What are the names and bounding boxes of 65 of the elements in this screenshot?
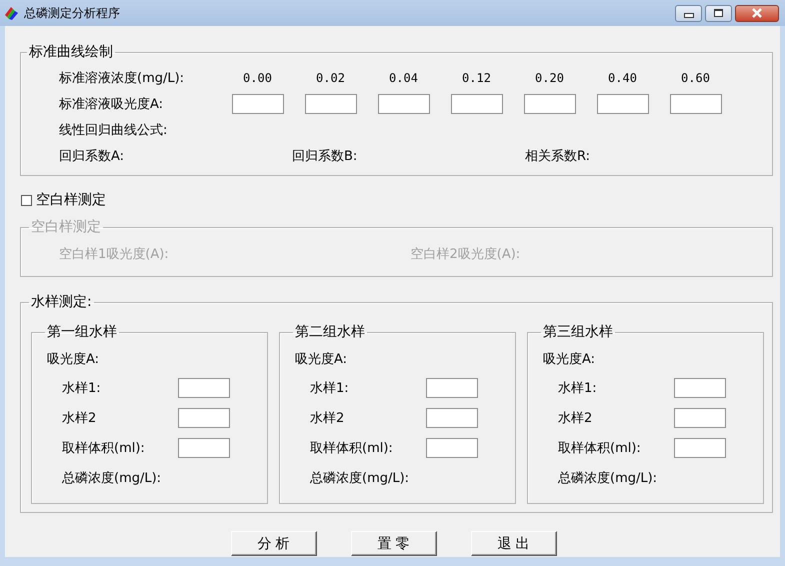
sample-input[interactable] bbox=[426, 438, 478, 458]
action-button[interactable]: 分 析 bbox=[230, 531, 316, 556]
concentration-value: 0.60 bbox=[680, 71, 711, 85]
sample-input[interactable] bbox=[674, 378, 726, 398]
field-label: 取样体积(ml): bbox=[309, 440, 394, 457]
field-label: 取样体积(ml): bbox=[557, 440, 642, 457]
sample-input[interactable] bbox=[178, 378, 230, 398]
sample-input[interactable] bbox=[426, 378, 478, 398]
absorbance-label: 标准溶液吸光度A: bbox=[59, 96, 164, 113]
window-title: 总磷测定分析程序 bbox=[24, 4, 120, 22]
close-icon bbox=[751, 8, 763, 18]
coefficient-label: 相关系数R: bbox=[525, 148, 592, 165]
sample-input[interactable] bbox=[674, 408, 726, 428]
action-button[interactable]: 置 零 bbox=[350, 531, 436, 556]
concentration-result-label: 总磷浓度(mg/L): bbox=[557, 470, 658, 488]
field-label: 取样体积(ml): bbox=[61, 440, 146, 457]
app-icon bbox=[4, 5, 20, 21]
absorbance-input[interactable] bbox=[670, 94, 722, 114]
concentration-result-label: 总磷浓度(mg/L): bbox=[61, 470, 162, 488]
checkbox-box bbox=[21, 194, 32, 206]
concentration-label: 标准溶液浓度(mg/L): bbox=[59, 70, 186, 87]
action-button[interactable]: 退 出 bbox=[470, 531, 556, 556]
concentration-value: 0.04 bbox=[388, 71, 419, 85]
concentration-result-label: 总磷浓度(mg/L): bbox=[309, 470, 410, 488]
absorbance-input[interactable] bbox=[450, 94, 502, 114]
field-label: 水样2 bbox=[557, 410, 594, 427]
group-title: 第三组水样 bbox=[542, 323, 614, 341]
sample-input[interactable] bbox=[178, 408, 230, 428]
blank-absorbance-label: 空白样1吸光度(A): bbox=[59, 246, 170, 263]
group-title: 第一组水样 bbox=[46, 323, 118, 341]
field-label: 水样1: bbox=[309, 380, 350, 397]
maximize-icon bbox=[714, 9, 723, 17]
sample-input[interactable] bbox=[178, 438, 230, 458]
field-label: 水样1: bbox=[61, 380, 102, 397]
blank-checkbox[interactable]: 空白样测定 bbox=[21, 191, 773, 209]
absorbance-label: 吸光度A: bbox=[47, 351, 100, 369]
sample-input[interactable] bbox=[426, 408, 478, 428]
absorbance-input[interactable] bbox=[596, 94, 648, 114]
concentration-value: 0.12 bbox=[461, 71, 492, 85]
concentration-value: 0.20 bbox=[534, 71, 565, 85]
formula-label: 线性回归曲线公式: bbox=[59, 122, 168, 139]
group-title: 第二组水样 bbox=[294, 323, 366, 341]
absorbance-input[interactable] bbox=[524, 94, 576, 114]
absorbance-label: 吸光度A: bbox=[295, 351, 348, 369]
coefficient-label: 回归系数A: bbox=[59, 148, 126, 165]
absorbance-input[interactable] bbox=[232, 94, 284, 114]
absorbance-label: 吸光度A: bbox=[543, 351, 596, 369]
coefficient-label: 回归系数B: bbox=[292, 148, 358, 165]
minimize-button[interactable] bbox=[675, 4, 702, 22]
field-label: 水样1: bbox=[557, 380, 598, 397]
field-label: 水样2 bbox=[61, 410, 98, 427]
concentration-value: 0.40 bbox=[607, 71, 638, 85]
maximize-button[interactable] bbox=[705, 4, 732, 22]
group-title: 空白样测定 bbox=[30, 218, 102, 236]
absorbance-input[interactable] bbox=[304, 94, 356, 114]
field-label: 水样2 bbox=[309, 410, 346, 427]
absorbance-input[interactable] bbox=[378, 94, 430, 114]
group-title: 水样测定: bbox=[30, 293, 93, 311]
close-button[interactable] bbox=[735, 4, 779, 22]
blank-absorbance-label: 空白样2吸光度(A): bbox=[410, 246, 522, 263]
concentration-value: 0.00 bbox=[242, 71, 273, 85]
sample-input[interactable] bbox=[674, 438, 726, 458]
minimize-icon bbox=[684, 13, 694, 18]
concentration-value: 0.02 bbox=[315, 71, 346, 85]
group-title: 标准曲线绘制 bbox=[28, 43, 114, 61]
